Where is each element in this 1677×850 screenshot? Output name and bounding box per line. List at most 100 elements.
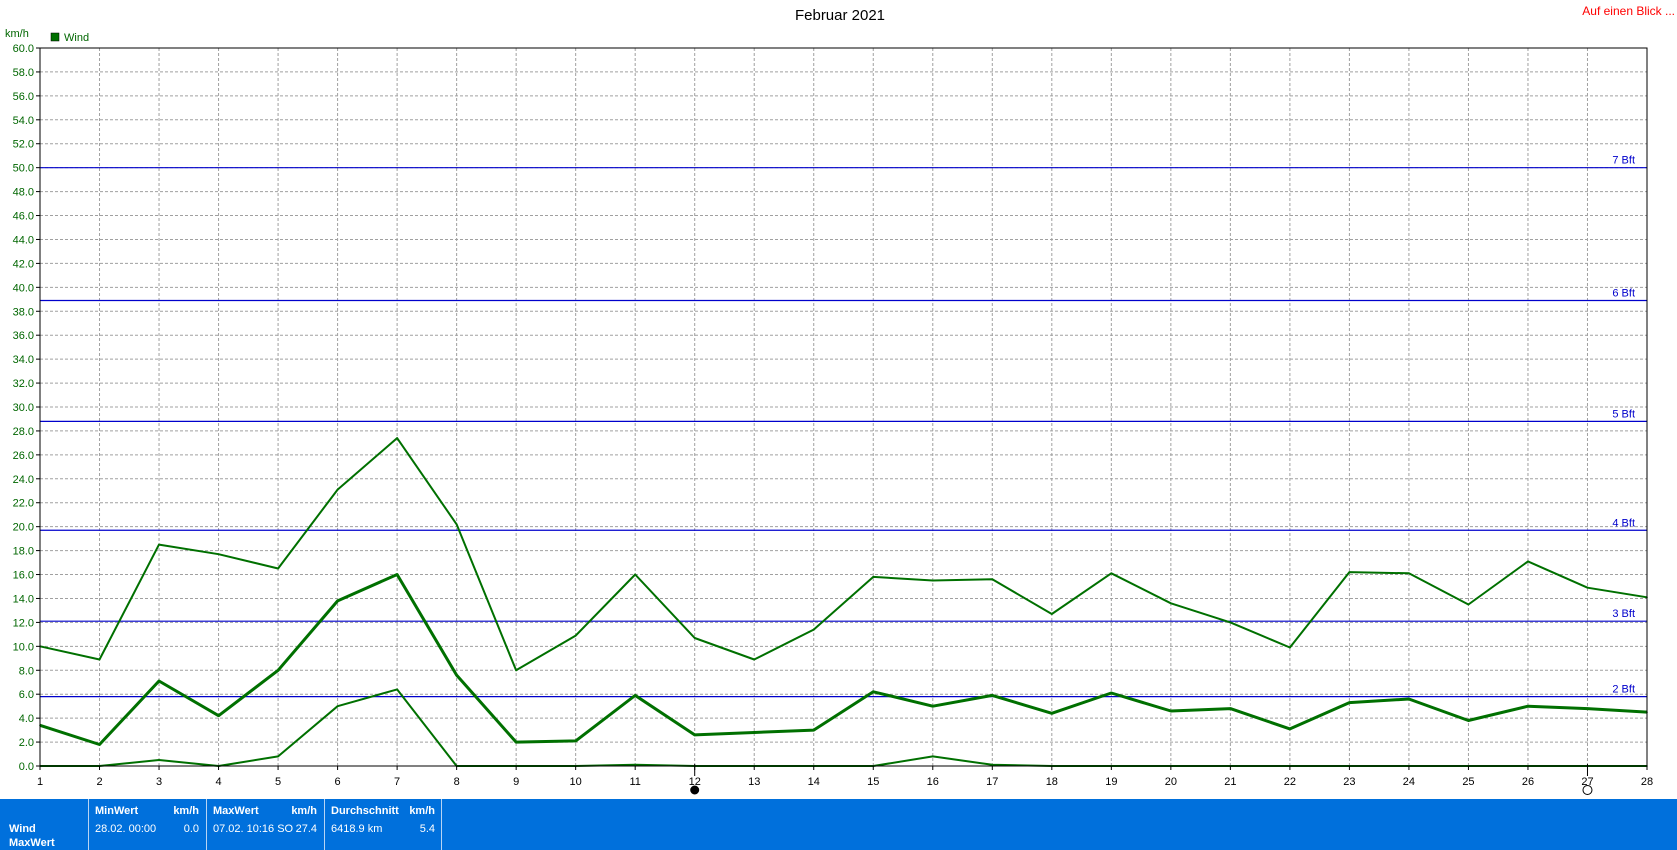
data-point-min	[336, 705, 339, 707]
data-point-max	[693, 637, 696, 639]
full-moon-icon	[690, 785, 700, 795]
data-point-avg	[396, 573, 398, 576]
y-tick-label: 54.0	[13, 115, 34, 127]
x-tick-label: 28	[1641, 776, 1653, 788]
data-point-max	[217, 553, 220, 555]
data-point-max	[574, 634, 577, 637]
data-point-max	[1110, 572, 1113, 575]
x-tick-label: 2	[96, 776, 102, 788]
data-point-avg	[455, 674, 458, 676]
x-tick-label: 14	[808, 776, 820, 788]
y-tick-label: 14.0	[13, 593, 34, 605]
data-point-max	[98, 658, 101, 661]
y-tick-label: 20.0	[13, 522, 34, 534]
y-tick-label: 50.0	[13, 163, 34, 175]
series-line-max	[39, 437, 1648, 672]
data-point-max	[931, 579, 934, 582]
stat-min-date: 28.02. 00:00	[95, 823, 157, 835]
beaufort-label: 3 Bft	[1612, 608, 1635, 620]
data-point-max	[277, 567, 279, 570]
x-tick-label: 5	[275, 776, 281, 788]
data-point-avg	[336, 600, 339, 602]
data-point-max	[1586, 586, 1589, 589]
data-point-min	[991, 764, 994, 766]
y-tick-label: 36.0	[13, 330, 34, 342]
legend-label-wind: Wind	[64, 32, 89, 44]
stat-avg-value: 5.4	[419, 823, 435, 835]
data-point-avg	[872, 691, 875, 693]
axes: 0.0 2.0 4.0 6.0 8.0 10.0 12.0 14.0 16.0 18.0 20.0 2…	[13, 43, 1654, 788]
beaufort-label: 4 Bft	[1612, 517, 1635, 529]
y-tick-label: 0.0	[19, 761, 34, 773]
stat-avg-date: 6418.9 km	[331, 823, 383, 835]
stat-avg: Durchschnitt km/h 6418.9 km 5.4	[324, 799, 442, 850]
x-tick-label: 15	[867, 776, 879, 788]
y-tick-label: 52.0	[13, 139, 34, 151]
y-tick-label: 18.0	[13, 546, 34, 558]
y-axis-unit: km/h	[5, 28, 29, 40]
y-tick-label: 42.0	[13, 258, 34, 270]
data-point-min	[396, 688, 398, 691]
data-point-max	[1229, 621, 1232, 624]
data-point-avg	[1586, 707, 1589, 710]
x-tick-label: 20	[1165, 776, 1177, 788]
x-tick-label: 25	[1462, 776, 1474, 788]
x-tick-label: 4	[215, 776, 221, 788]
x-tick-label: 18	[1046, 776, 1058, 788]
data-point-avg	[1170, 710, 1172, 712]
new-moon-icon	[1582, 785, 1593, 795]
x-tick-label: 21	[1224, 776, 1236, 788]
data-point-avg	[1408, 698, 1410, 700]
x-tick-label: 19	[1105, 776, 1117, 788]
data-point-max	[1051, 613, 1053, 615]
data-point-avg	[812, 729, 815, 731]
x-tick-label: 9	[513, 776, 519, 788]
overview-link[interactable]: Auf einen Blick ...	[1582, 4, 1675, 18]
data-point-max	[753, 658, 756, 661]
stats-row-label-wind: Wind	[9, 823, 36, 835]
data-point-max	[336, 488, 339, 491]
y-tick-label: 40.0	[13, 282, 34, 294]
beaufort-label: 7 Bft	[1612, 155, 1635, 167]
series-line-min	[40, 688, 1647, 767]
x-tick-label: 23	[1343, 776, 1355, 788]
y-tick-label: 56.0	[13, 91, 34, 103]
x-tick-label: 26	[1522, 776, 1534, 788]
beaufort-label: 6 Bft	[1612, 287, 1635, 299]
x-tick-label: 16	[927, 776, 939, 788]
y-tick-label: 44.0	[13, 234, 34, 246]
y-tick-label: 4.0	[19, 713, 34, 725]
data-point-avg	[693, 734, 696, 736]
x-tick-label: 24	[1403, 776, 1415, 788]
y-tick-label: 6.0	[19, 689, 34, 701]
x-tick-label: 8	[454, 776, 460, 788]
y-tick-label: 2.0	[19, 737, 34, 749]
data-point-max	[1467, 603, 1470, 606]
stat-max-value: 27.4	[295, 823, 317, 835]
data-point-min	[158, 759, 160, 761]
data-point-avg	[217, 714, 220, 717]
x-tick-label: 13	[748, 776, 760, 788]
y-tick-label: 28.0	[13, 426, 34, 438]
x-tick-label: 6	[335, 776, 341, 788]
data-point-max	[1348, 571, 1351, 573]
stat-min: MinWert km/h 28.02. 00:00 0.0	[88, 799, 205, 850]
stat-max-unit: km/h	[291, 805, 317, 817]
data-point-avg	[753, 731, 756, 734]
data-point-max	[1408, 572, 1410, 575]
x-tick-label: 7	[394, 776, 400, 788]
series-lines	[39, 437, 1648, 767]
stat-min-header: MinWert	[95, 805, 139, 817]
y-tick-label: 48.0	[13, 187, 34, 199]
y-tick-label: 22.0	[13, 498, 34, 510]
y-tick-label: 30.0	[13, 402, 34, 414]
x-tick-label: 11	[629, 776, 640, 788]
data-point-avg	[158, 680, 160, 682]
data-point-max	[991, 578, 994, 581]
data-point-max	[634, 573, 636, 576]
data-point-min	[634, 764, 636, 766]
x-tick-label: 1	[37, 776, 43, 788]
y-tick-label: 60.0	[13, 43, 34, 55]
stat-min-unit: km/h	[173, 805, 199, 817]
stats-row-label-maxwert: MaxWert	[9, 837, 55, 849]
